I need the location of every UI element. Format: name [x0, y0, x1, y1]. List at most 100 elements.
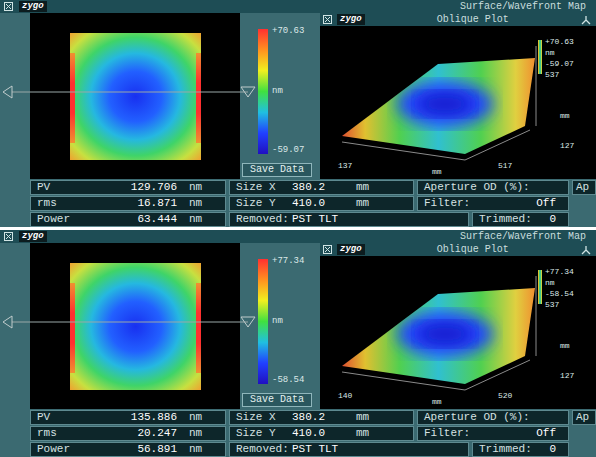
close-icon — [4, 2, 13, 11]
y-axis-label: mm — [560, 342, 570, 350]
stat-label: Trimmed: — [479, 444, 549, 455]
profile-line — [0, 315, 260, 329]
stat-field: Power63.444nm — [30, 212, 226, 227]
stat-label: Aperture OD (%): — [424, 182, 562, 193]
stat-value: 129.706 — [107, 182, 177, 193]
scale-labels: +77.34nm-58.54 — [272, 257, 304, 385]
zygo-logo: zygo — [337, 14, 365, 25]
stat-field: Ap — [572, 180, 596, 195]
stat-field: Ap — [572, 410, 596, 425]
stat-field: Size Y410.0mm — [229, 196, 414, 211]
stat-field: PV135.886nm — [30, 410, 226, 425]
oblique-scale-labels: +77.34nm-58.54537 — [545, 268, 574, 309]
stat-unit: nm — [189, 412, 202, 423]
stat-value: 135.886 — [107, 412, 177, 423]
map-edge-right — [196, 53, 201, 143]
app: zygoSurface/Wavefront Map+70.63nm-59.07S… — [0, 0, 596, 457]
oblique-plot: +77.34nm-58.54537140mm520mm127 — [320, 256, 596, 409]
stat-field: rms16.871 nm — [30, 196, 226, 211]
stat-unit: mm — [356, 412, 369, 423]
stat-label: Filter: — [424, 198, 536, 209]
stat-unit: nm — [189, 214, 202, 225]
oblique-scale-labels: +70.63nm-59.07537 — [545, 38, 574, 79]
stat-label: Removed: — [236, 214, 292, 225]
scale-max: +70.63 — [545, 38, 574, 46]
scale-max: +77.34 — [545, 268, 574, 276]
stat-value: 0 — [549, 214, 556, 225]
scale-unit: nm — [545, 279, 574, 287]
x-axis-label: 520 — [498, 392, 512, 400]
color-bar — [258, 29, 268, 154]
close-icon — [323, 15, 332, 24]
scale-column: +77.34nm-58.54 Save Data — [240, 243, 320, 409]
stat-value: 410.0 — [292, 428, 344, 439]
options-icon — [581, 15, 591, 25]
scale-labels: +70.63 nm -59.07 — [272, 27, 304, 155]
window-title: Surface/Wavefront Map — [460, 232, 586, 242]
stat-label: Size Y — [236, 198, 292, 209]
stat-field: rms20.247nm — [30, 426, 226, 441]
stat-field: Removed:PST TLT — [229, 212, 469, 227]
stat-field: Removed:PST TLT — [229, 442, 469, 457]
stat-label: rms — [37, 198, 107, 209]
save-data-button[interactable]: Save Data — [242, 393, 312, 407]
scale-max: +70.63 — [272, 27, 304, 36]
stat-field: Power56.891nm — [30, 442, 226, 457]
stat-value: 63.444 — [107, 214, 177, 225]
stat-unit: nm — [189, 198, 202, 209]
stat-field: Trimmed:0 — [472, 212, 569, 227]
map-view — [30, 243, 240, 409]
x-axis-label: mm — [432, 398, 442, 406]
stat-value: 380.2 — [292, 412, 344, 423]
zygo-logo: zygo — [337, 244, 365, 255]
map-window: zygoSurface/Wavefront Map +70.63 nm -59.07 S… — [0, 0, 596, 227]
stat-label: rms — [37, 428, 107, 439]
scale-min: -59.07 — [272, 146, 304, 155]
map-section: +70.63 nm -59.07 Save Data — [0, 13, 320, 179]
stat-field: Trimmed:0 — [472, 442, 569, 457]
x-axis-label: 517 — [498, 162, 512, 170]
y-axis-label: 127 — [560, 372, 574, 380]
title-bar: zygoSurface/Wavefront Map — [0, 0, 596, 13]
stat-unit: mm — [356, 428, 369, 439]
stat-label: Size Y — [236, 428, 292, 439]
save-data-button[interactable]: Save Data — [242, 163, 312, 177]
stat-value: 56.891 — [107, 444, 177, 455]
stat-unit: nm — [189, 444, 202, 455]
surface-map — [70, 33, 201, 160]
y-axis-label: mm — [560, 112, 570, 120]
main-area: +70.63nm-59.07Save DatazygoOblique Plot+… — [0, 13, 596, 179]
scale-unit: nm — [545, 49, 574, 57]
map-window: zygo Surface/Wavefront Map +77.34nm-58.54 S… — [0, 230, 596, 457]
stat-value: 16.871 — [107, 198, 177, 209]
scale-unit: nm — [272, 87, 304, 96]
map-view — [30, 13, 240, 179]
stat-value: 410.0 — [292, 198, 344, 209]
stat-value: PST TLT — [292, 214, 344, 225]
zygo-logo: zygo — [19, 1, 47, 12]
stat-unit: nm — [189, 182, 202, 193]
x-axis-label: 140 — [338, 392, 352, 400]
stat-label: Aperture OD (%): — [424, 412, 562, 423]
stats-panel: PV135.886nmSize X380.2mmAperture OD (%):… — [0, 409, 596, 457]
map-edge-left — [70, 283, 75, 373]
oblique-title: Oblique Plot — [365, 15, 581, 25]
oblique-title: Oblique Plot — [365, 245, 581, 255]
stat-field: Size Y410.0 mm — [229, 426, 414, 441]
stats-row: PV129.706nmSize X380.2mmAperture OD (%):… — [30, 180, 596, 195]
oblique-plot-section: zygoOblique Plot+77.34nm-58.54537140mm52… — [320, 243, 596, 409]
stat-label: Filter: — [424, 428, 536, 439]
left-strip — [0, 13, 30, 179]
oblique-title-bar: zygoOblique Plot — [320, 13, 596, 26]
oblique-plot-section: zygoOblique Plot+70.63nm-59.07537137mm51… — [320, 13, 596, 179]
stat-field: Aperture OD (%): — [417, 410, 569, 425]
color-scale: +77.34nm-58.54 — [240, 243, 320, 385]
oblique-plot: +70.63nm-59.07537137mm517mm127 — [320, 26, 596, 179]
left-strip — [0, 243, 30, 409]
scale-unit: nm — [272, 317, 304, 326]
close-icon — [323, 245, 332, 254]
color-bar — [258, 259, 268, 384]
stat-field: Aperture OD (%): — [417, 180, 569, 195]
y-axis-label: 127 — [560, 142, 574, 150]
main-area: +77.34nm-58.54 Save Data zygoOblique Plot +… — [0, 243, 596, 409]
